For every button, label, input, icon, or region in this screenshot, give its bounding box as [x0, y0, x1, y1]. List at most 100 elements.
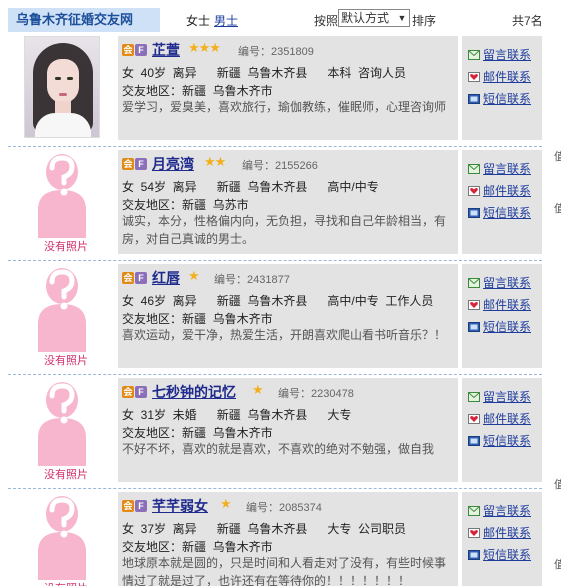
no-photo-placeholder: 没有照片	[24, 378, 100, 481]
phone-screen-icon	[468, 550, 480, 560]
chevron-down-icon[interactable]: ▼	[397, 13, 407, 23]
top-bar: 乌鲁木齐征婚交友网 女士 男士 按照 默认方式 ▼ 排序 共7名	[0, 0, 561, 36]
sms-contact-link[interactable]: 短信联系	[468, 546, 531, 563]
region-value: 新疆 乌鲁木齐市	[182, 426, 273, 440]
member-card: 没有照片 会F 七秒钟的记忆 ★ 编号：2230478 女 31岁 未婚 新疆 …	[8, 378, 542, 490]
sort-selected-value: 默认方式	[341, 11, 390, 25]
id-value: 2351809	[271, 46, 314, 58]
member-name-link[interactable]: 芷萱	[152, 40, 180, 60]
phone-screen-icon	[468, 208, 480, 218]
f-badge-icon: F	[135, 158, 147, 170]
id-prefix: 编号：	[278, 388, 311, 400]
heart-mail-icon	[468, 300, 480, 310]
email-contact-link[interactable]: 邮件联系	[468, 68, 531, 85]
message-contact-link[interactable]: 留言联系	[468, 160, 531, 177]
id-value: 2431877	[247, 274, 290, 286]
member-badges: 会F	[122, 158, 148, 172]
id-prefix: 编号：	[242, 160, 275, 172]
member-name-link[interactable]: 月亮湾	[152, 154, 194, 174]
member-name-link[interactable]: 七秒钟的记忆	[152, 382, 236, 402]
silhouette-question-icon	[38, 268, 86, 352]
member-info: 会F 芷萱 ★★★ 编号：2351809 女 40岁 离异 新疆 乌鲁木齐县 本…	[118, 36, 458, 140]
member-badges: 会F	[122, 272, 148, 286]
envelope-icon	[468, 278, 480, 288]
email-contact-link[interactable]: 邮件联系	[468, 410, 531, 427]
region-value: 新疆 乌鲁木齐市	[182, 312, 273, 326]
email-contact-link[interactable]: 邮件联系	[468, 182, 531, 199]
no-photo-label: 没有照片	[38, 580, 94, 586]
sms-contact-link[interactable]: 短信联系	[468, 90, 531, 107]
heart-mail-icon	[468, 528, 480, 538]
vip-badge-icon: 会	[122, 44, 134, 56]
member-name-link[interactable]: 芊芊弱女	[152, 496, 208, 516]
star-icon: ★	[252, 382, 264, 397]
card-divider	[8, 260, 542, 261]
no-photo-placeholder: 没有照片	[24, 264, 100, 367]
envelope-icon	[468, 392, 480, 402]
member-basic-info: 女 46岁 离异 新疆 乌鲁木齐县 高中/中专 工作人员	[122, 294, 434, 308]
member-description: 喜欢运动，爱干净，热爱生活，开朗喜欢爬山看书听音乐？！	[122, 328, 447, 342]
member-id: 编号：2230478	[278, 385, 354, 401]
member-card: 没有照片 会F 红唇 ★ 编号：2431877 女 46岁 离异 新疆 乌鲁木齐…	[8, 264, 542, 376]
member-region: 交友地区：新疆 乌苏市	[122, 196, 249, 213]
member-description: 爱学习，爱臭美，喜欢旅行，瑜伽教练，催眠师，心理咨询师	[122, 100, 447, 114]
gender-male-link[interactable]: 男士	[214, 12, 238, 29]
total-count: 共7名	[512, 14, 543, 28]
email-contact-link[interactable]: 邮件联系	[468, 296, 531, 313]
contact-actions: 留言联系 邮件联系 短信联系	[462, 150, 542, 254]
region-value: 新疆 乌鲁木齐市	[182, 84, 273, 98]
gender-female-label[interactable]: 女士	[186, 12, 210, 29]
silhouette-question-icon	[38, 382, 86, 466]
no-photo-placeholder: 没有照片	[24, 150, 100, 253]
message-contact-link[interactable]: 留言联系	[468, 502, 531, 519]
email-contact-label: 邮件联系	[483, 412, 532, 426]
sms-contact-link[interactable]: 短信联系	[468, 432, 531, 449]
member-card: 没有照片 会F 月亮湾 ★★ 编号：2155266 女 54岁 离异 新疆 乌鲁…	[8, 150, 542, 262]
id-prefix: 编号：	[246, 502, 279, 514]
no-photo-label: 没有照片	[44, 241, 88, 253]
phone-screen-icon	[468, 94, 480, 104]
card-divider	[8, 488, 542, 489]
email-contact-label: 邮件联系	[483, 526, 532, 540]
message-contact-label: 留言联系	[483, 162, 532, 176]
vip-badge-icon: 会	[122, 158, 134, 170]
sort-label: 按照	[314, 14, 339, 28]
sort-suffix: 排序	[412, 14, 437, 28]
member-id: 编号：2431877	[214, 271, 290, 287]
contact-actions: 留言联系 邮件联系 短信联系	[462, 378, 542, 482]
member-info: 会F 红唇 ★ 编号：2431877 女 46岁 离异 新疆 乌鲁木齐县 高中/…	[118, 264, 458, 368]
member-badges: 会F	[122, 44, 148, 58]
sms-contact-link[interactable]: 短信联系	[468, 204, 531, 221]
region-prefix: 交友地区：	[122, 312, 183, 326]
member-info: 会F 芊芊弱女 ★ 编号：2085374 女 37岁 离异 新疆 乌鲁木齐县 大…	[118, 492, 458, 586]
email-contact-label: 邮件联系	[483, 184, 532, 198]
message-contact-link[interactable]: 留言联系	[468, 274, 531, 291]
id-prefix: 编号：	[238, 46, 271, 58]
envelope-icon	[468, 164, 480, 174]
member-basic-info: 女 40岁 离异 新疆 乌鲁木齐县 本科 咨询人员	[122, 66, 407, 80]
member-card: 会F 芷萱 ★★★ 编号：2351809 女 40岁 离异 新疆 乌鲁木齐县 本…	[8, 36, 542, 148]
email-contact-link[interactable]: 邮件联系	[468, 524, 531, 541]
envelope-icon	[468, 506, 480, 516]
member-name-link[interactable]: 红唇	[152, 268, 180, 288]
region-value: 新疆 乌鲁木齐市	[182, 540, 273, 554]
member-description: 诚实，本分，性格偏内向，无负担，寻找和自己年龄相当，有房，对自己真诚的男士。	[122, 214, 447, 246]
star-icon: ★★	[204, 154, 226, 169]
no-photo-label: 没有照片	[44, 469, 88, 481]
member-description: 地球原本就是圆的，只是时间和人看走对了没有，有些时候事情过了就是过了，也许还有在…	[122, 556, 447, 586]
member-basic-info: 女 31岁 未婚 新疆 乌鲁木齐县 大专	[122, 408, 352, 422]
member-badges: 会F	[122, 386, 148, 400]
id-value: 2230478	[311, 388, 354, 400]
member-photo[interactable]	[24, 36, 100, 138]
envelope-icon	[468, 50, 480, 60]
edge-glyph: 值	[554, 479, 561, 491]
message-contact-link[interactable]: 留言联系	[468, 46, 531, 63]
sort-select[interactable]: 默认方式 ▼	[338, 9, 410, 27]
vip-badge-icon: 会	[122, 386, 134, 398]
sms-contact-link[interactable]: 短信联系	[468, 318, 531, 335]
vip-badge-icon: 会	[122, 272, 134, 284]
message-contact-label: 留言联系	[483, 48, 532, 62]
region-prefix: 交友地区：	[122, 540, 183, 554]
member-region: 交友地区：新疆 乌鲁木齐市	[122, 424, 273, 441]
message-contact-link[interactable]: 留言联系	[468, 388, 531, 405]
